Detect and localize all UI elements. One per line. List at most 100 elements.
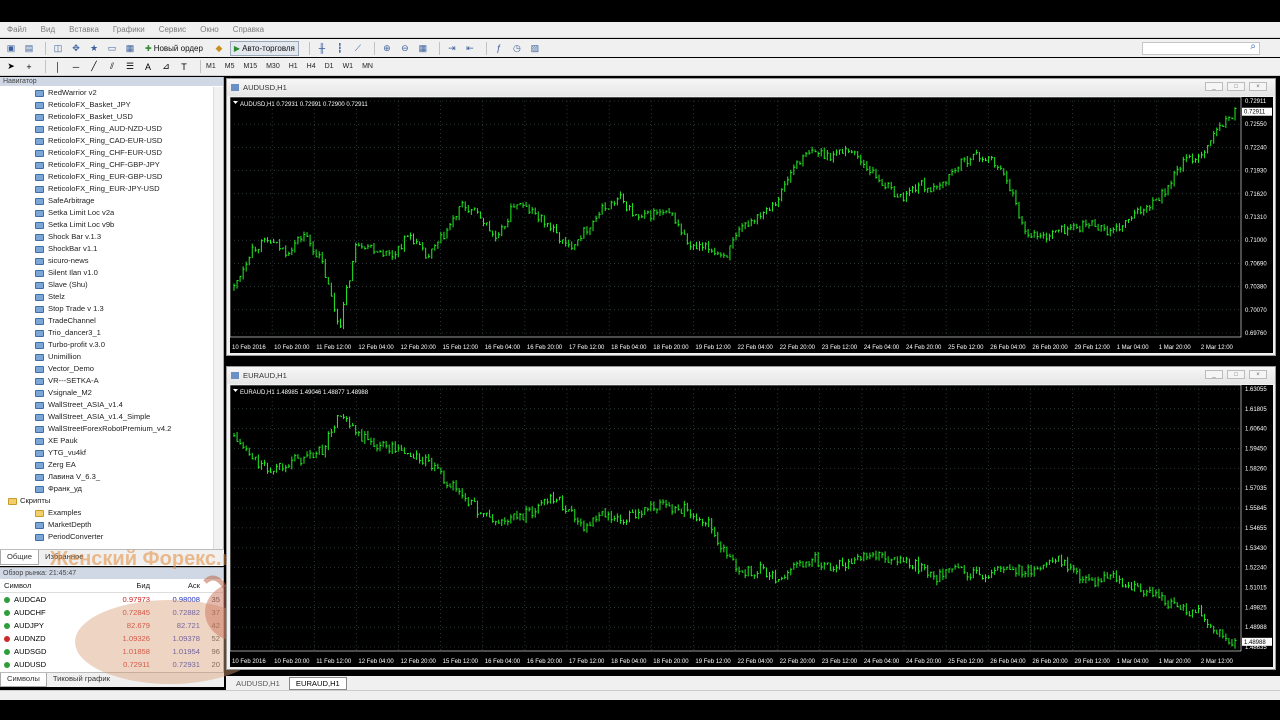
- tab-tick-chart[interactable]: Тиковый график: [47, 673, 116, 687]
- zoom-in-icon[interactable]: ⊕: [380, 42, 394, 55]
- menu-file[interactable]: Файл: [0, 25, 34, 34]
- close-button[interactable]: ×: [1249, 82, 1267, 91]
- profiles-icon[interactable]: ▤: [22, 42, 36, 55]
- line-chart-icon[interactable]: ⟋: [351, 42, 365, 55]
- chart-shift-icon[interactable]: ⇤: [463, 42, 477, 55]
- autoscroll-icon[interactable]: ⇥: [445, 42, 459, 55]
- market-watch-row[interactable]: AUDCHF 0.72845 0.72882 37: [0, 606, 223, 619]
- terminal-icon[interactable]: ▭: [105, 42, 119, 55]
- navigator-item[interactable]: MarketDepth: [0, 519, 213, 531]
- new-chart-icon[interactable]: ▣: [4, 42, 18, 55]
- menu-insert[interactable]: Вставка: [62, 25, 106, 34]
- navigator-item[interactable]: Unimillion: [0, 351, 213, 363]
- market-watch-icon[interactable]: ◫: [51, 42, 65, 55]
- navigator-icon[interactable]: ★: [87, 42, 101, 55]
- tab-common[interactable]: Общие: [0, 550, 39, 565]
- tab-audusd[interactable]: AUDUSD,H1: [230, 678, 286, 689]
- navigator-item[interactable]: ShockBar v1.1: [0, 243, 213, 255]
- navigator-item[interactable]: Silent Ilan v1.0: [0, 267, 213, 279]
- search-icon[interactable]: ⌕: [1250, 41, 1256, 52]
- maximize-button[interactable]: □: [1227, 82, 1245, 91]
- navigator-item[interactable]: Франк_уд: [0, 483, 213, 495]
- navigator-item[interactable]: Examples: [0, 507, 213, 519]
- navigator-item[interactable]: Stelz: [0, 291, 213, 303]
- metaeditor-icon[interactable]: ◆: [212, 42, 226, 55]
- indicators-icon[interactable]: ƒ: [492, 42, 506, 55]
- market-watch-row[interactable]: AUDCAD 0.97973 0.98008 35: [0, 593, 223, 606]
- timeframe-m30[interactable]: M30: [266, 63, 280, 70]
- label-icon[interactable]: ⊿: [159, 60, 173, 73]
- tile-windows-icon[interactable]: ▦: [416, 42, 430, 55]
- timeframe-m1[interactable]: M1: [206, 63, 216, 70]
- fibonacci-icon[interactable]: ☰: [123, 60, 137, 73]
- market-watch-row[interactable]: AUDUSD 0.72911 0.72931 20: [0, 658, 223, 671]
- timeframe-w1[interactable]: W1: [343, 63, 354, 70]
- horizontal-line-icon[interactable]: ─: [69, 60, 83, 73]
- market-watch-row[interactable]: AUDNZD 1.09326 1.09378 52: [0, 632, 223, 645]
- navigator-item[interactable]: Turbo-profit v.3.0: [0, 339, 213, 351]
- navigator-item[interactable]: Скрипты: [0, 495, 213, 507]
- navigator-scrollbar[interactable]: [213, 87, 223, 549]
- text-icon[interactable]: A: [141, 60, 155, 73]
- navigator-item[interactable]: ReticoloFX_Ring_EUR-JPY-USD: [0, 183, 213, 195]
- search-input[interactable]: [1142, 42, 1260, 55]
- timeframe-h1[interactable]: H1: [289, 63, 298, 70]
- navigator-item[interactable]: TradeChannel: [0, 315, 213, 327]
- navigator-item[interactable]: Stop Trade v 1.3: [0, 303, 213, 315]
- channel-icon[interactable]: ⫽: [105, 60, 119, 73]
- navigator-item[interactable]: ReticoloFX_Ring_EUR-GBP-USD: [0, 171, 213, 183]
- timeframe-d1[interactable]: D1: [325, 63, 334, 70]
- close-button[interactable]: ×: [1249, 370, 1267, 379]
- euraud-chart[interactable]: 1.63055 1.61805 1.60640 1.59450 1.58260 1.570…: [230, 385, 1273, 667]
- navigator-item[interactable]: ReticoloFX_Ring_CAD-EUR-USD: [0, 135, 213, 147]
- navigator-item[interactable]: VR---SETKA-A: [0, 375, 213, 387]
- chart-window-audusd[interactable]: AUDUSD,H1 _ □ × 0.72911 0.72550 0.72240 0.719…: [226, 78, 1276, 356]
- navigator-item[interactable]: Vsignale_M2: [0, 387, 213, 399]
- cursor-icon[interactable]: ➤: [4, 60, 18, 73]
- trendline-icon[interactable]: ╱: [87, 60, 101, 73]
- bar-chart-icon[interactable]: ╫: [315, 42, 329, 55]
- navigator-item[interactable]: sicuro-news: [0, 255, 213, 267]
- navigator-item[interactable]: Setka Limit Loc v2a: [0, 207, 213, 219]
- chart-window-title-bar[interactable]: EURAUD,H1 _ □ ×: [227, 367, 1275, 384]
- menu-tools[interactable]: Сервис: [152, 25, 193, 34]
- navigator-item[interactable]: Setka Limit Loc v9b: [0, 219, 213, 231]
- timeframe-m5[interactable]: M5: [225, 63, 235, 70]
- vertical-line-icon[interactable]: │: [51, 60, 65, 73]
- navigator-item[interactable]: WallStreet_ASIA_v1.4: [0, 399, 213, 411]
- maximize-button[interactable]: □: [1227, 370, 1245, 379]
- menu-help[interactable]: Справка: [226, 25, 271, 34]
- timeframe-h4[interactable]: H4: [307, 63, 316, 70]
- navigator-item[interactable]: Zerg EA: [0, 459, 213, 471]
- navigator-item[interactable]: Slave (Shu): [0, 279, 213, 291]
- timeframe-m15[interactable]: M15: [243, 63, 257, 70]
- navigator-item[interactable]: XE Pauk: [0, 435, 213, 447]
- periods-icon[interactable]: ◷: [510, 42, 524, 55]
- data-window-icon[interactable]: ✥: [69, 42, 83, 55]
- menu-view[interactable]: Вид: [34, 25, 62, 34]
- navigator-item[interactable]: Shock Bar v.1.3: [0, 231, 213, 243]
- tester-icon[interactable]: ▦: [123, 42, 137, 55]
- zoom-out-icon[interactable]: ⊖: [398, 42, 412, 55]
- tab-symbols[interactable]: Символы: [0, 673, 47, 687]
- tab-euraud[interactable]: EURAUD,H1: [288, 676, 347, 690]
- templates-icon[interactable]: ▨: [528, 42, 542, 55]
- minimize-button[interactable]: _: [1205, 370, 1223, 379]
- crosshair-icon[interactable]: +: [22, 60, 36, 73]
- navigator-item[interactable]: ReticoloFX_Basket_USD: [0, 111, 213, 123]
- arrows-icon[interactable]: T: [177, 60, 191, 73]
- navigator-item[interactable]: Vector_Demo: [0, 363, 213, 375]
- navigator-item[interactable]: Trio_dancer3_1: [0, 327, 213, 339]
- chart-window-title-bar[interactable]: AUDUSD,H1 _ □ ×: [227, 79, 1275, 96]
- navigator-item[interactable]: ReticoloFX_Ring_CHF-GBP-JPY: [0, 159, 213, 171]
- navigator-item[interactable]: WallStreetForexRobotPremium_v4.2: [0, 423, 213, 435]
- menu-window[interactable]: Окно: [193, 25, 226, 34]
- autotrade-button[interactable]: ▶ Авто-торговля: [229, 40, 299, 56]
- navigator-item[interactable]: ReticoloFX_Ring_AUD-NZD-USD: [0, 123, 213, 135]
- navigator-item[interactable]: WallStreet_ASIA_v1.4_Simple: [0, 411, 213, 423]
- market-watch-row[interactable]: AUDSGD 1.01858 1.01954 96: [0, 645, 223, 658]
- new-order-button[interactable]: ✚ Новый ордер: [141, 41, 207, 56]
- navigator-item[interactable]: PeriodConverter: [0, 531, 213, 543]
- market-watch-row[interactable]: AUDJPY 82.679 82.721 42: [0, 619, 223, 632]
- navigator-item[interactable]: SafeArbitrage: [0, 195, 213, 207]
